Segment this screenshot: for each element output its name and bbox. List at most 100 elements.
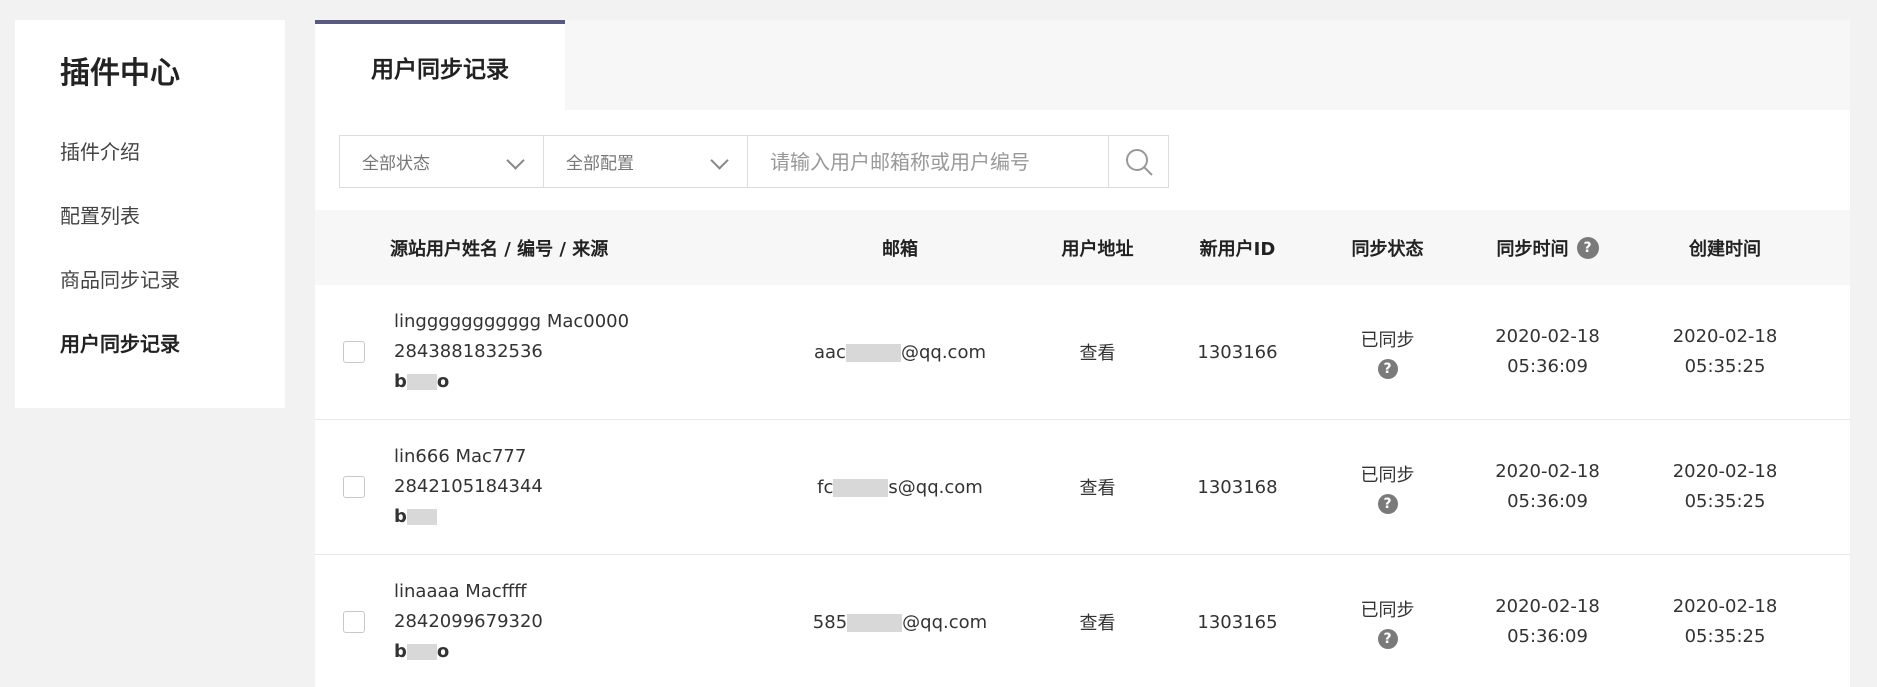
tab-user-sync-records[interactable]: 用户同步记录: [315, 20, 565, 110]
created-time-cell: 2020-02-18 05:35:25: [1640, 322, 1810, 382]
table-row: linggggggggggg Mac0000 2843881832536 b o…: [315, 285, 1850, 420]
filter-bar: 全部状态 全部配置: [339, 135, 1169, 188]
sidebar-item-plugin-intro[interactable]: 插件介绍: [60, 120, 285, 184]
header-sync-time-label: 同步时间: [1496, 238, 1569, 260]
sidebar-item-product-sync[interactable]: 商品同步记录: [60, 248, 285, 312]
row-checkbox-cell: [315, 341, 390, 363]
user-info: linggggggggggg Mac0000 2843881832536 b o: [390, 307, 760, 397]
email-cell: fc s@qq.com: [760, 477, 1040, 498]
redacted-block: [406, 644, 437, 660]
search-input[interactable]: [747, 135, 1109, 188]
redacted-block: [406, 374, 437, 390]
new-id-cell: 1303166: [1197, 341, 1278, 363]
created-clock: 05:35:25: [1684, 626, 1766, 647]
sync-time-cell: 2020-02-18 05:36:09: [1455, 592, 1640, 652]
user-source-text: b: [394, 506, 407, 527]
header-sync-time: 同步时间 ?: [1455, 235, 1640, 261]
sync-time-cell: 2020-02-18 05:36:09: [1455, 322, 1640, 382]
sync-date: 2020-02-18: [1495, 461, 1600, 482]
user-name: linggggggggggg Mac0000: [394, 311, 630, 332]
view-address-link[interactable]: 查看: [1080, 478, 1116, 499]
header-address: 用户地址: [1061, 238, 1134, 260]
user-number: 2842099679320: [394, 611, 543, 632]
row-checkbox[interactable]: [343, 611, 365, 633]
created-clock: 05:35:25: [1684, 491, 1766, 512]
email-prefix: aac: [814, 341, 846, 363]
chevron-down-icon: [711, 154, 727, 170]
status-select-value: 全部状态: [362, 154, 430, 174]
user-info: linaaaa Macffff 2842099679320 b o: [390, 577, 760, 667]
user-sync-table: 源站用户姓名 / 编号 / 来源 邮箱 用户地址 新用户ID 同步状态 同步时间…: [315, 210, 1850, 687]
email-suffix: @qq.com: [900, 341, 986, 363]
created-time-cell: 2020-02-18 05:35:25: [1640, 592, 1810, 652]
view-address-link[interactable]: 查看: [1080, 343, 1116, 364]
sync-status: 已同步: [1360, 329, 1415, 351]
user-source-tail: o: [436, 641, 450, 662]
help-icon[interactable]: ?: [1377, 493, 1398, 514]
email-cell: 585 @qq.com: [760, 612, 1040, 633]
help-icon[interactable]: ?: [1377, 358, 1398, 379]
user-source: b o: [394, 367, 760, 397]
sidebar-title: 插件中心: [60, 56, 180, 91]
status-select[interactable]: 全部状态: [339, 135, 544, 188]
sync-status-cell: 已同步 ?: [1320, 596, 1455, 649]
config-select[interactable]: 全部配置: [543, 135, 748, 188]
sync-clock: 05:36:09: [1507, 626, 1588, 647]
table-row: linaaaa Macffff 2842099679320 b o 585 @qq…: [315, 555, 1850, 687]
address-cell: 查看: [1040, 609, 1155, 635]
sidebar-item-config-list[interactable]: 配置列表: [60, 184, 285, 248]
user-number: 2842105184344: [394, 476, 543, 497]
email-suffix: s@qq.com: [888, 476, 983, 498]
sync-clock: 05:36:09: [1507, 491, 1588, 512]
header-new-id: 新用户ID: [1199, 238, 1276, 260]
sync-status: 已同步: [1360, 599, 1415, 621]
table-row: lin666 Mac777 2842105184344 b fc s@qq.com…: [315, 420, 1850, 555]
help-icon[interactable]: ?: [1377, 628, 1398, 649]
table-header: 源站用户姓名 / 编号 / 来源 邮箱 用户地址 新用户ID 同步状态 同步时间…: [315, 210, 1850, 285]
header-sync-status: 同步状态: [1351, 238, 1424, 260]
address-cell: 查看: [1040, 474, 1155, 500]
created-time-cell: 2020-02-18 05:35:25: [1640, 457, 1810, 517]
sync-status-cell: 已同步 ?: [1320, 326, 1455, 379]
row-checkbox[interactable]: [343, 476, 365, 498]
email-prefix: 585: [812, 611, 848, 633]
user-source: b o: [394, 637, 760, 667]
sync-status: 已同步: [1360, 464, 1415, 486]
redacted-block: [847, 613, 903, 632]
row-checkbox-cell: [315, 611, 390, 633]
sidebar: 插件中心 插件介绍 配置列表 商品同步记录 用户同步记录: [15, 20, 285, 408]
user-source-text: b: [394, 371, 407, 392]
email-cell: aac @qq.com: [760, 342, 1040, 363]
redacted-block: [845, 343, 901, 362]
sync-status-cell: 已同步 ?: [1320, 461, 1455, 514]
redacted-block: [406, 509, 437, 525]
user-source-text: b: [394, 641, 407, 662]
view-address-link[interactable]: 查看: [1080, 613, 1116, 634]
email-prefix: fc: [817, 476, 834, 498]
help-icon[interactable]: ?: [1576, 236, 1599, 259]
header-created: 创建时间: [1689, 238, 1761, 260]
search-icon: [1125, 148, 1153, 176]
created-clock: 05:35:25: [1684, 356, 1766, 377]
sync-date: 2020-02-18: [1495, 596, 1600, 617]
created-date: 2020-02-18: [1672, 461, 1778, 482]
address-cell: 查看: [1040, 339, 1155, 365]
main-panel: 用户同步记录 全部状态 全部配置 源站用户姓名 / 编号 / 来源 邮箱 用户地…: [315, 20, 1850, 687]
redacted-block: [833, 478, 889, 497]
user-source-tail: o: [436, 371, 450, 392]
user-number: 2843881832536: [394, 341, 543, 362]
config-select-value: 全部配置: [566, 154, 634, 174]
header-name: 源站用户姓名 / 编号 / 来源: [390, 238, 609, 260]
sync-time-cell: 2020-02-18 05:36:09: [1455, 457, 1640, 517]
user-info: lin666 Mac777 2842105184344 b: [390, 442, 760, 532]
chevron-down-icon: [507, 154, 523, 170]
row-checkbox[interactable]: [343, 341, 365, 363]
header-email: 邮箱: [882, 238, 918, 260]
sync-clock: 05:36:09: [1507, 356, 1588, 377]
search-button[interactable]: [1108, 135, 1169, 188]
email-suffix: @qq.com: [902, 611, 988, 633]
sidebar-item-user-sync[interactable]: 用户同步记录: [60, 312, 285, 376]
new-id-cell: 1303165: [1197, 611, 1278, 633]
row-checkbox-cell: [315, 476, 390, 498]
created-date: 2020-02-18: [1672, 326, 1778, 347]
